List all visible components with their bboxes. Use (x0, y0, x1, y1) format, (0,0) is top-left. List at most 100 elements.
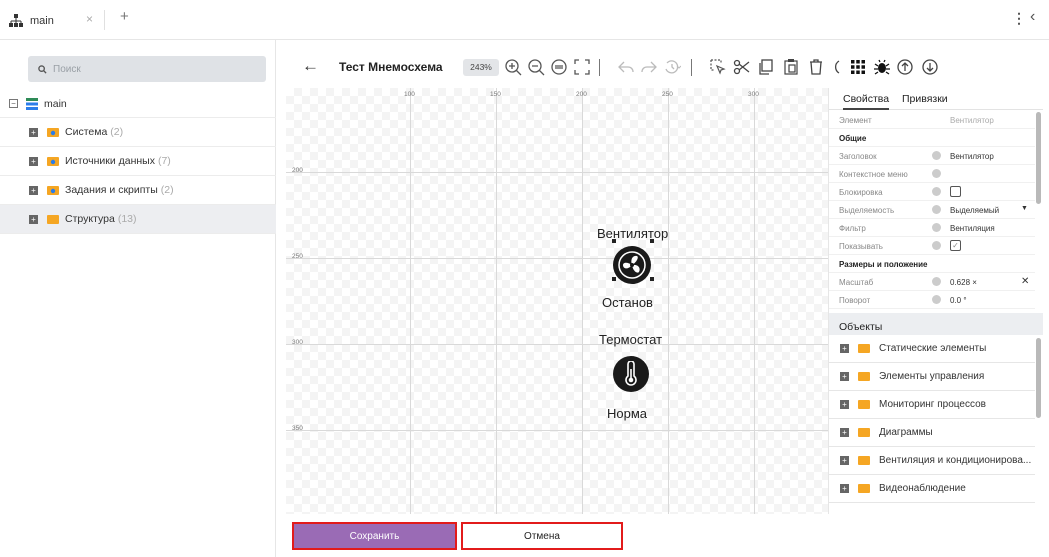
property-context-menu[interactable]: Контекстное меню (829, 165, 1035, 183)
save-button[interactable]: Сохранить (292, 522, 457, 550)
tree-root-main[interactable]: − main (0, 90, 276, 118)
tree-item-structure[interactable]: + Структура (13) (0, 205, 276, 234)
tree-item-tasks-scripts[interactable]: + Задания и скрипты (2) (0, 176, 276, 205)
tree-item-data-sources[interactable]: + Источники данных (7) (0, 147, 276, 176)
help-icon[interactable] (932, 223, 941, 232)
zoom-in-button[interactable] (503, 57, 523, 77)
undo-button[interactable] (616, 57, 636, 77)
tab-properties[interactable]: Свойства (843, 93, 890, 110)
history-icon (665, 60, 681, 74)
object-category[interactable]: + Видеонаблюдение (829, 475, 1035, 503)
property-selectable[interactable]: Выделяемость Выделяемый ▼ (829, 201, 1035, 219)
fan-title[interactable]: Вентилятор (597, 226, 668, 241)
mnemonic-canvas[interactable]: 100 150 200 250 300 200 250 300 350 Вент… (286, 88, 828, 514)
zoom-out-button[interactable] (526, 57, 546, 77)
clear-icon[interactable]: ✕ (1021, 276, 1029, 287)
section-size-position[interactable]: Размеры и положение (829, 255, 1035, 273)
cancel-button[interactable]: Отмена (461, 522, 623, 550)
scissors-icon (733, 59, 750, 75)
help-icon[interactable] (932, 151, 941, 160)
property-scale[interactable]: Масштаб 0.628 × ✕ (829, 273, 1035, 291)
thermostat-widget[interactable] (613, 356, 649, 392)
search-input[interactable]: Поиск (28, 56, 266, 82)
select-tool-button[interactable] (708, 57, 728, 77)
thermostat-title[interactable]: Термостат (599, 332, 662, 347)
expand-icon[interactable]: + (840, 484, 849, 493)
selection-handle[interactable] (612, 277, 616, 281)
copy-button[interactable] (756, 57, 776, 77)
fit-screen-button[interactable] (572, 57, 592, 77)
grid-icon (851, 60, 865, 74)
expand-icon[interactable]: + (29, 214, 38, 224)
app-window: main × + ⋮ ‹ Поиск − main + Система (2) … (0, 0, 1049, 557)
tree-item-system[interactable]: + Система (2) (0, 118, 276, 147)
object-category[interactable]: + Мониторинг процессов (829, 391, 1035, 419)
collapse-button[interactable]: ‹ (1030, 8, 1035, 26)
selection-handle[interactable] (650, 277, 654, 281)
objects-header: Объекты (829, 313, 1043, 335)
fan-widget[interactable] (613, 246, 651, 284)
paste-button[interactable] (781, 57, 801, 77)
search-placeholder: Поиск (53, 63, 81, 75)
help-icon[interactable] (932, 187, 941, 196)
grid-button[interactable] (848, 57, 868, 77)
object-category[interactable]: + Диаграммы (829, 419, 1035, 447)
expand-icon[interactable]: + (29, 185, 38, 195)
expand-icon[interactable]: + (29, 156, 38, 166)
cut-button[interactable] (732, 57, 752, 77)
object-category[interactable]: + Элементы управления (829, 363, 1035, 391)
property-show[interactable]: Показывать ✓ (829, 237, 1035, 255)
expand-icon[interactable]: + (840, 344, 849, 353)
tree-item-label: Структура (65, 213, 115, 225)
expand-icon[interactable]: + (840, 456, 849, 465)
move-up-button[interactable] (895, 57, 915, 77)
selection-handle[interactable] (612, 239, 616, 243)
move-down-button[interactable] (920, 57, 940, 77)
objects-scrollbar[interactable] (1036, 338, 1041, 418)
help-icon[interactable] (932, 205, 941, 214)
property-value[interactable]: 0.628 × (950, 278, 977, 287)
history-button[interactable] (662, 57, 682, 77)
object-category[interactable]: + Вентиляция и кондиционирова... (829, 447, 1035, 475)
help-icon[interactable] (932, 241, 941, 250)
properties-scrollbar[interactable] (1036, 112, 1041, 204)
property-value[interactable]: Вентиляция (950, 224, 995, 233)
redo-button[interactable] (639, 57, 659, 77)
expand-icon[interactable]: + (840, 400, 849, 409)
property-value[interactable]: 0.0 ° (950, 296, 967, 305)
collapse-icon[interactable]: − (9, 99, 18, 108)
expand-icon[interactable]: + (840, 428, 849, 437)
property-key: Поворот (839, 296, 871, 305)
selection-handle[interactable] (650, 239, 654, 243)
selectable-dropdown[interactable]: Выделяемый (950, 206, 999, 215)
properties-tabs: Свойства Привязки (829, 88, 1043, 110)
zoom-reset-button[interactable] (549, 57, 569, 77)
section-general[interactable]: Общие (829, 129, 1035, 147)
tab-bindings[interactable]: Привязки (902, 93, 948, 105)
tab-close-button[interactable]: × (86, 12, 93, 26)
debug-button[interactable] (872, 57, 892, 77)
expand-icon[interactable]: + (29, 127, 38, 137)
help-icon[interactable] (932, 295, 941, 304)
bug-icon (874, 59, 890, 75)
property-value[interactable]: Вентилятор (950, 152, 994, 161)
tab-main[interactable]: main × (8, 10, 112, 32)
more-menu-button[interactable]: ⋮ (1012, 10, 1026, 27)
lock-checkbox[interactable] (950, 186, 961, 197)
chevron-down-icon[interactable]: ▼ (1021, 205, 1028, 212)
back-button[interactable]: ← (302, 56, 319, 76)
property-rotation[interactable]: Поворот 0.0 ° (829, 291, 1035, 309)
show-checkbox[interactable]: ✓ (950, 240, 961, 251)
add-tab-button[interactable]: + (120, 8, 129, 25)
property-caption[interactable]: Заголовок Вентилятор (829, 147, 1035, 165)
zoom-level[interactable]: 243% (463, 59, 499, 76)
property-lock[interactable]: Блокировка (829, 183, 1035, 201)
help-icon[interactable] (932, 169, 941, 178)
delete-button[interactable] (806, 57, 826, 77)
rotate-button[interactable] (826, 57, 846, 77)
object-category-label: Мониторинг процессов (879, 399, 986, 410)
property-filter[interactable]: Фильтр Вентиляция (829, 219, 1035, 237)
expand-icon[interactable]: + (840, 372, 849, 381)
object-category[interactable]: + Статические элементы (829, 335, 1035, 363)
help-icon[interactable] (932, 277, 941, 286)
